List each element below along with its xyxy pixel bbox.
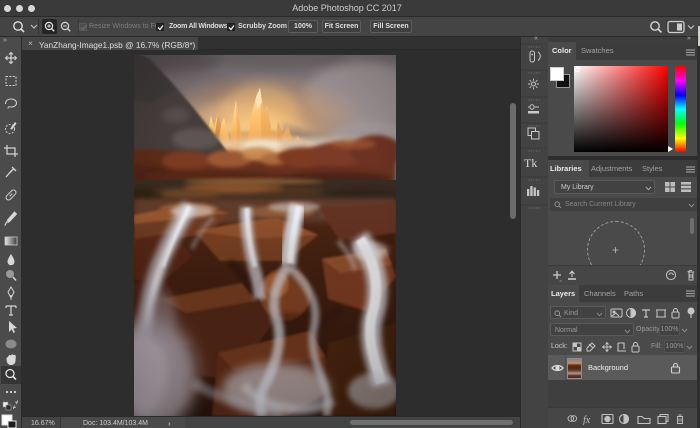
svg-text:fx: fx — [583, 415, 591, 425]
svg-text:Tk: Tk — [524, 156, 537, 170]
